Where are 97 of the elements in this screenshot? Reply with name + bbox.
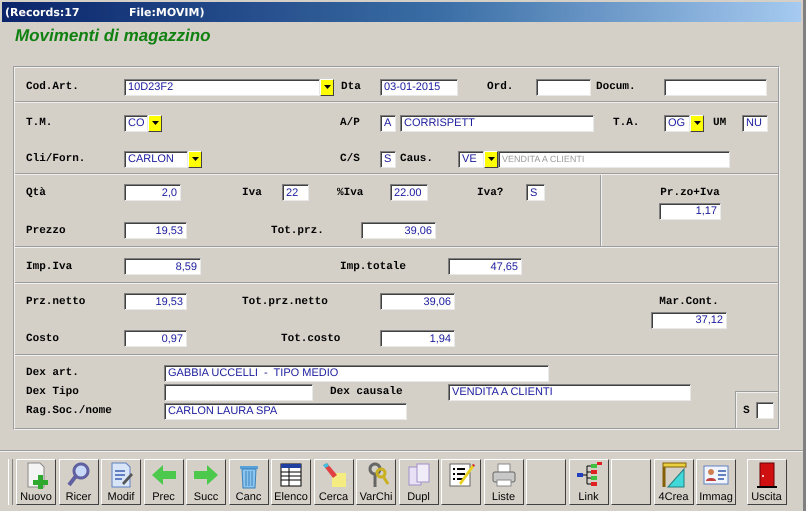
dropdown-button[interactable] bbox=[320, 78, 334, 96]
toolbar-button[interactable]: Uscita bbox=[746, 458, 786, 504]
search-icon bbox=[64, 460, 92, 488]
field-label: Caus. bbox=[400, 153, 434, 166]
dropdown-button[interactable] bbox=[484, 150, 498, 168]
dropdown-button[interactable] bbox=[188, 150, 202, 168]
field-label: Prz.netto bbox=[26, 296, 86, 308]
toolbar-button[interactable]: 4Crea bbox=[654, 458, 694, 504]
text-field[interactable]: A bbox=[380, 114, 396, 132]
text-field[interactable]: CORRISPETT bbox=[400, 114, 594, 132]
field-label: Iva bbox=[242, 186, 263, 199]
text-field[interactable]: 2,0 bbox=[124, 184, 181, 202]
field-label: Cli/Forn. bbox=[26, 153, 86, 166]
toolbar-button[interactable] bbox=[441, 458, 481, 504]
field-label: Dex art. bbox=[26, 367, 80, 380]
text-field[interactable] bbox=[664, 78, 767, 96]
toolbar-button[interactable]: Prec bbox=[144, 458, 184, 504]
field-label: Tot.costo bbox=[281, 332, 342, 345]
text-field[interactable]: NU bbox=[742, 114, 768, 132]
text-field[interactable]: 37,12 bbox=[651, 312, 727, 329]
toolbar-button[interactable]: Cerca bbox=[314, 458, 354, 504]
field-label: Mar.Cont. bbox=[659, 296, 719, 308]
text-field[interactable]: 1,17 bbox=[659, 202, 721, 220]
dropdown-button[interactable] bbox=[148, 114, 162, 132]
field-label: Dex causale bbox=[330, 386, 404, 398]
field-label: Tot.prz.netto bbox=[242, 296, 329, 308]
field-label: S bbox=[743, 404, 750, 416]
text-field[interactable]: 8,59 bbox=[124, 258, 201, 276]
text-field[interactable]: OG bbox=[664, 114, 690, 132]
window-title: File:MOVIM) bbox=[129, 6, 204, 18]
field-label: UM bbox=[713, 117, 728, 130]
page-heading: Movimenti di magazzino bbox=[15, 26, 212, 47]
field-label: Costo bbox=[26, 332, 60, 345]
field-label: Imp.Iva bbox=[26, 260, 74, 273]
field-label: T.A. bbox=[613, 117, 640, 130]
field-label: %Iva bbox=[337, 186, 364, 199]
text-field[interactable]: VENDITA A CLIENTI bbox=[448, 384, 691, 401]
field-label: Rag.Soc./nome bbox=[26, 405, 113, 418]
toolbar-button[interactable]: Link bbox=[568, 458, 608, 504]
text-field[interactable]: VE bbox=[458, 150, 484, 168]
text-field[interactable]: 0,97 bbox=[124, 330, 187, 348]
text-field[interactable]: 22 bbox=[282, 184, 309, 202]
ruler-triangle-icon bbox=[660, 460, 688, 488]
caret-icon bbox=[488, 157, 494, 162]
text-field[interactable]: 19,53 bbox=[124, 293, 187, 310]
field-label: Docum. bbox=[596, 81, 637, 93]
field-label: Dta bbox=[341, 81, 362, 93]
caret-icon bbox=[324, 85, 330, 89]
caret-icon bbox=[152, 121, 158, 126]
text-field[interactable]: 22.00 bbox=[390, 184, 428, 202]
field-label: Ord. bbox=[487, 81, 514, 93]
text-field[interactable] bbox=[536, 78, 591, 96]
field-label: Tot.prz. bbox=[271, 224, 325, 237]
caret-icon bbox=[694, 121, 700, 126]
text-field[interactable]: 10D23F2 bbox=[124, 78, 320, 96]
toolbar-button[interactable] bbox=[526, 458, 566, 504]
printer-icon bbox=[490, 460, 518, 488]
field-label: C/S bbox=[340, 153, 361, 166]
toolbar-button[interactable] bbox=[611, 458, 651, 504]
text-field[interactable]: 19,53 bbox=[124, 222, 187, 240]
field-label: A/P bbox=[340, 117, 361, 130]
field-label: Imp.totale bbox=[340, 260, 408, 273]
field-label: Cod.Art. bbox=[26, 81, 80, 93]
field-label: Dex Tipo bbox=[26, 386, 80, 398]
toolbar-button[interactable]: VarChi bbox=[356, 458, 396, 504]
text-field[interactable]: 1,94 bbox=[380, 330, 455, 348]
text-field[interactable]: S bbox=[380, 150, 396, 168]
toolbar-button[interactable]: Canc bbox=[228, 458, 268, 504]
text-field[interactable]: CO bbox=[124, 114, 148, 132]
toolbar-button[interactable]: Liste bbox=[484, 458, 524, 504]
text-field[interactable]: 39,06 bbox=[380, 293, 455, 310]
toolbar-button[interactable]: Dupl bbox=[398, 458, 438, 504]
dropdown-button[interactable] bbox=[690, 114, 704, 132]
text-field[interactable]: CARLON LAURA SPA bbox=[164, 402, 407, 420]
caret-icon bbox=[192, 157, 198, 162]
checklist-pencil-icon bbox=[447, 460, 475, 488]
text-field[interactable]: 39,06 bbox=[361, 222, 436, 240]
toolbar-button[interactable]: Immag bbox=[696, 458, 736, 504]
text-field[interactable]: 47,65 bbox=[448, 258, 522, 276]
toolbar-button[interactable]: Succ bbox=[186, 458, 226, 504]
text-field[interactable] bbox=[756, 402, 774, 419]
toolbar-button[interactable]: Modif bbox=[101, 458, 141, 504]
text-field[interactable]: GABBIA UCCELLI - TIPO MEDIO bbox=[164, 364, 549, 382]
field-label: Prezzo bbox=[26, 224, 67, 237]
text-field[interactable]: CARLON bbox=[124, 150, 188, 168]
toolbar-button[interactable]: Elenco bbox=[271, 458, 311, 504]
toolbar-button[interactable]: Ricer bbox=[58, 458, 98, 504]
field-label: Pr.zo+Iva bbox=[660, 186, 720, 199]
field-label: T.M. bbox=[26, 117, 54, 130]
field-label: Iva? bbox=[477, 186, 504, 199]
tree-diagram-icon bbox=[574, 460, 602, 488]
field-label: Qtà bbox=[26, 186, 47, 199]
text-field[interactable]: S bbox=[526, 184, 545, 202]
window-title: (Records:17 bbox=[5, 6, 81, 18]
text-field[interactable]: 03-01-2015 bbox=[380, 78, 458, 96]
toolbar-button[interactable]: Nuovo bbox=[16, 458, 56, 504]
text-field[interactable] bbox=[164, 384, 313, 401]
